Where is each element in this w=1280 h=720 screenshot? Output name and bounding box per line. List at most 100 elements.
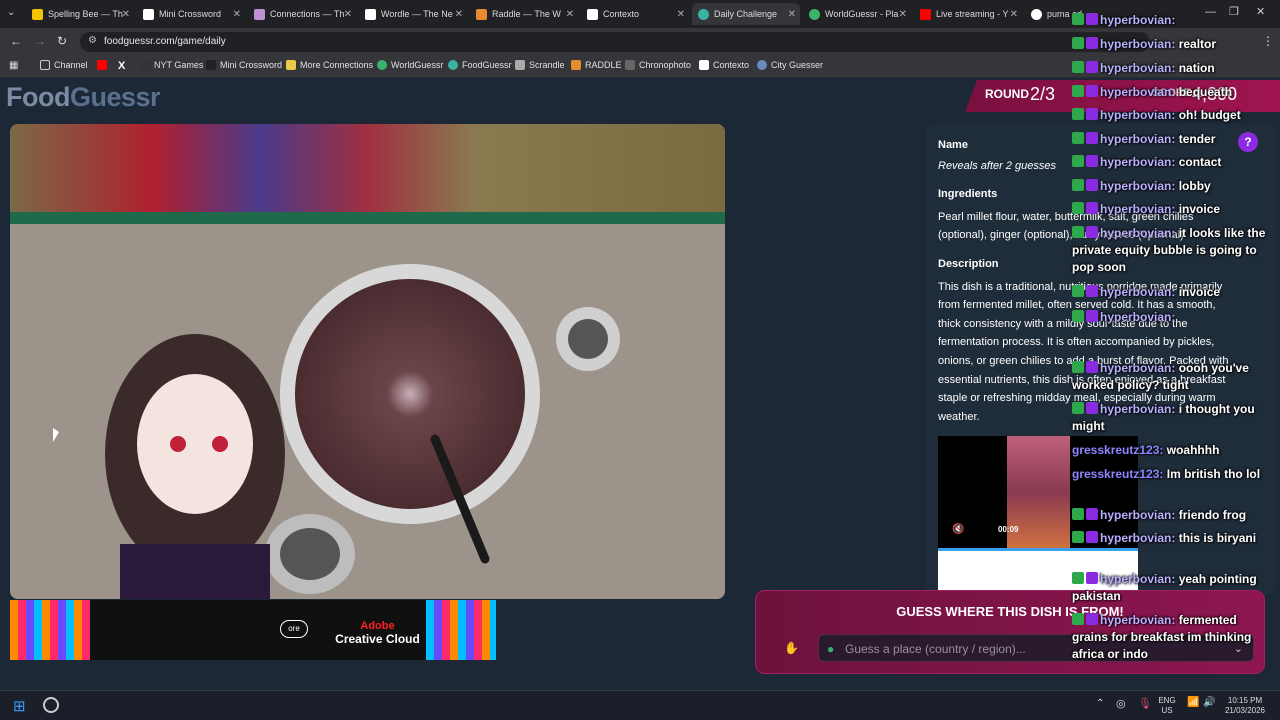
bookmark-label: Channel	[54, 60, 88, 70]
ad-product: Creative Cloud	[335, 632, 420, 646]
chat-message: hyperbovian: contact	[1072, 154, 1272, 171]
url-field[interactable]: foodguessr.com/game/daily	[80, 32, 1150, 52]
chat-username: gresskreutz123:	[1072, 443, 1164, 457]
tab-6-active[interactable]: Daily Challenge ✕	[692, 3, 800, 25]
tab-7[interactable]: WorldGuessr - Pla ✕	[803, 3, 911, 25]
verified-badge-icon	[1072, 285, 1084, 297]
tab-0[interactable]: Spelling Bee — Th ✕	[26, 3, 134, 25]
chat-text: tender	[1178, 132, 1216, 146]
tab-label: Connections — Th	[270, 9, 345, 19]
chat-username: hyperbovian:	[1100, 85, 1176, 99]
chat-message: hyperbovian: realtor	[1072, 36, 1272, 53]
tab-favicon-icon	[476, 8, 487, 20]
bookmark-label: WorldGuessr	[391, 60, 444, 70]
bookmark-city-guesser[interactable]: City Guesser	[757, 60, 823, 70]
mute-icon[interactable]: 🔇	[952, 524, 964, 535]
wifi-icon[interactable]: 📶	[1187, 697, 1199, 708]
tab-label: Daily Challenge	[714, 9, 778, 19]
tray-chevron-icon[interactable]: ⌃	[1096, 698, 1104, 709]
taskbar: ⊞ ⌃ ◎ 🎙 ENG US 📶 🔊 10:15 PM 21/03/2026	[0, 690, 1280, 720]
chat-text: this is biryani	[1178, 531, 1257, 545]
bookmark-contexto[interactable]: Contexto	[699, 60, 749, 70]
bookmark-more-connections[interactable]: More Connections	[286, 60, 373, 70]
subscriber-badge-icon	[1086, 508, 1098, 520]
chat-username: hyperbovian:	[1100, 310, 1176, 324]
verified-badge-icon	[1072, 155, 1084, 167]
forward-icon[interactable]: →	[34, 34, 46, 48]
bookmark-foodguessr[interactable]: FoodGuessr	[448, 60, 512, 70]
name-heading: Name	[938, 139, 968, 151]
close-icon[interactable]: ✕	[899, 9, 907, 20]
bookmark-youtube[interactable]	[97, 60, 111, 70]
round-value: 2/3	[1030, 84, 1056, 104]
windows-start-icon[interactable]: ⊞	[13, 697, 26, 715]
close-icon[interactable]: ✕	[788, 9, 796, 20]
bookmark-nyt-games[interactable]: NYT Games	[140, 60, 203, 70]
globe-icon	[448, 60, 458, 70]
close-icon[interactable]: ✕	[122, 9, 130, 20]
site-logo[interactable]: FoodGuessr	[6, 82, 161, 113]
subscriber-badge-icon	[1086, 179, 1098, 191]
tab-favicon-icon	[920, 8, 931, 20]
subscriber-badge-icon	[1086, 108, 1098, 120]
site-info-icon[interactable]: ⚙	[88, 35, 97, 46]
obs-icon[interactable]	[43, 697, 59, 713]
chat-username: hyperbovian:	[1100, 202, 1176, 216]
tab-label: Spelling Bee — Th	[48, 9, 123, 19]
contexto-icon	[699, 60, 709, 70]
bookmark-mini-crossword[interactable]: Mini Crossword	[206, 60, 282, 70]
chat-message: hyperbovian:	[1072, 309, 1272, 326]
close-icon[interactable]: ✕	[344, 9, 352, 20]
bookmark-channel[interactable]: Channel	[40, 60, 88, 70]
tab-4[interactable]: Raddle — The W ✕	[470, 3, 578, 25]
chat-text: lobby	[1178, 179, 1211, 193]
tab-favicon-icon	[143, 8, 154, 20]
verified-badge-icon	[1072, 13, 1084, 25]
subscriber-badge-icon	[1086, 285, 1098, 297]
clock-time: 10:15 PM	[1227, 696, 1263, 705]
tab-5[interactable]: Contexto ✕	[581, 3, 689, 25]
close-icon[interactable]: ✕	[455, 9, 463, 20]
volume-icon[interactable]: 🔊	[1203, 697, 1215, 708]
tab-1[interactable]: Mini Crossword ✕	[137, 3, 245, 25]
bookmark-x[interactable]: X	[118, 60, 125, 72]
clock[interactable]: 10:15 PM 21/03/2026	[1220, 696, 1270, 716]
ad-cta-button[interactable]: ore	[280, 620, 308, 638]
close-icon[interactable]: ✕	[566, 9, 574, 20]
tab-label: Wordle — The Ne	[381, 9, 453, 19]
bookmark-worldguessr[interactable]: WorldGuessr	[377, 60, 443, 70]
subscriber-badge-icon	[1086, 85, 1098, 97]
thumbs-icon[interactable]: ✋	[784, 641, 799, 655]
apps-icon[interactable]: ▦	[9, 60, 18, 71]
close-icon[interactable]: ✕	[1010, 9, 1018, 20]
chat-message: hyperbovian: invoice	[1072, 201, 1272, 218]
chat-username: hyperbovian:	[1100, 226, 1176, 240]
reload-icon[interactable]: ↻	[57, 34, 67, 48]
close-icon[interactable]: ✕	[677, 9, 685, 20]
tab-favicon-icon	[1031, 8, 1042, 20]
tab-2[interactable]: Connections — Th ✕	[248, 3, 356, 25]
tray-app-icon[interactable]: ◎	[1116, 697, 1126, 710]
verified-badge-icon	[1072, 179, 1084, 191]
bookmark-chronophoto[interactable]: Chronophoto	[625, 60, 691, 70]
tab-3[interactable]: Wordle — The Ne ✕	[359, 3, 467, 25]
chat-text: bequeath	[1178, 85, 1233, 99]
nyt-icon	[140, 60, 150, 70]
bookmark-raddle[interactable]: RADDLE	[571, 60, 622, 70]
close-icon[interactable]: ✕	[233, 9, 241, 20]
language-indicator[interactable]: ENG US	[1155, 696, 1179, 716]
tab-label: WorldGuessr - Pla	[825, 9, 899, 19]
bookmark-scrandle[interactable]: Scrandle	[515, 60, 565, 70]
back-icon[interactable]: ←	[10, 34, 22, 48]
tab-8[interactable]: Live streaming - Y ✕	[914, 3, 1022, 25]
video-time: 00:09	[998, 525, 1019, 534]
chat-message: hyperbovian: this is biryani	[1072, 530, 1272, 547]
verified-badge-icon	[1072, 310, 1084, 322]
ad-graphic-right	[426, 600, 496, 660]
subscriber-badge-icon	[1086, 310, 1098, 322]
chat-message: hyperbovian: bequeath	[1072, 84, 1272, 101]
microphone-icon[interactable]: 🎙	[1138, 697, 1152, 710]
x-icon: X	[118, 60, 126, 72]
chat-username: hyperbovian:	[1100, 361, 1176, 375]
tab-search-icon[interactable]: ⌄	[7, 7, 15, 18]
